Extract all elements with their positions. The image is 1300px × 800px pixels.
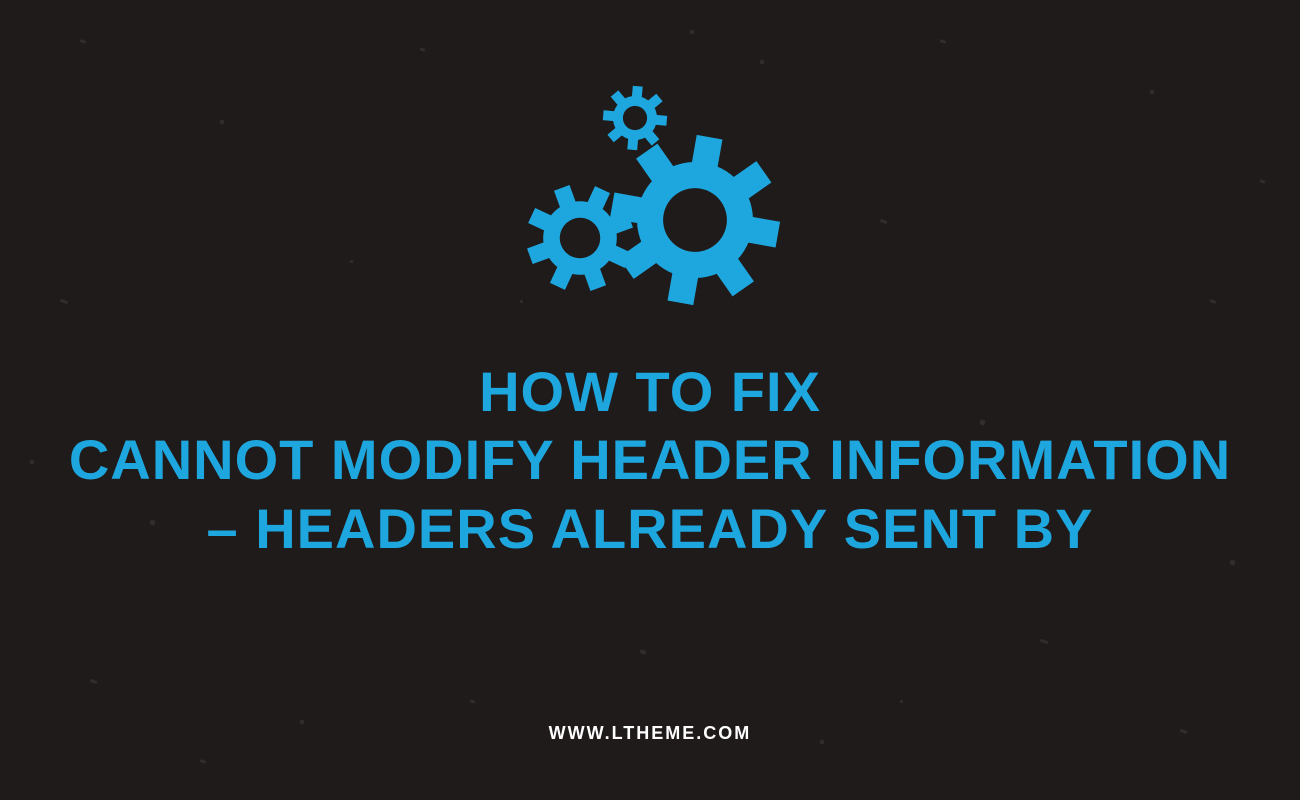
speckle: [1040, 639, 1049, 645]
speckle: [639, 649, 646, 655]
headline-line-2: CANNOT MODIFY HEADER INFORMATION: [0, 426, 1300, 494]
speckle: [219, 119, 224, 124]
speckle: [1260, 179, 1266, 184]
speckle: [1149, 89, 1154, 94]
headline-line-3: – HEADERS ALREADY SENT BY: [0, 495, 1300, 563]
speckle: [940, 39, 947, 44]
speckle: [80, 39, 87, 44]
speckle: [350, 260, 354, 264]
speckle: [759, 59, 764, 64]
gears-icon: [500, 70, 800, 320]
speckle: [470, 699, 476, 704]
footer-url: WWW.LTHEME.COM: [0, 723, 1300, 744]
headline: HOW TO FIX CANNOT MODIFY HEADER INFORMAT…: [0, 358, 1300, 563]
speckle: [1210, 299, 1217, 304]
speckle: [90, 679, 98, 684]
speckle: [900, 700, 904, 704]
speckle: [60, 299, 69, 305]
headline-line-1: HOW TO FIX: [0, 358, 1300, 426]
speckle: [420, 47, 426, 52]
speckle: [689, 29, 694, 34]
speckle: [200, 759, 207, 764]
banner-canvas: HOW TO FIX CANNOT MODIFY HEADER INFORMAT…: [0, 0, 1300, 800]
speckle: [880, 219, 888, 224]
